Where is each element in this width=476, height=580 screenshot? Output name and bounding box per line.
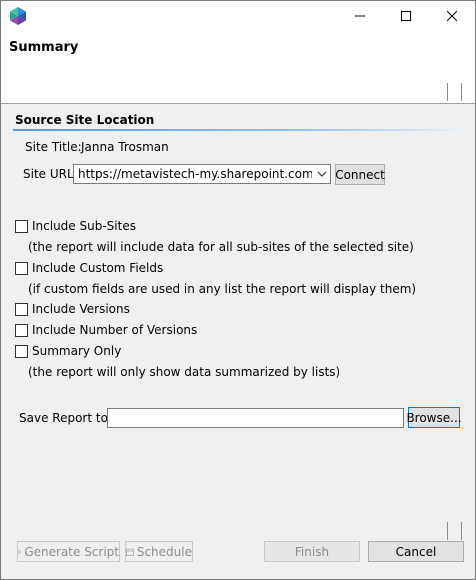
site-url-label: Site URL:: [23, 167, 78, 181]
include-versions-label: Include Versions: [32, 302, 130, 316]
schedule-button[interactable]: Schedule: [125, 541, 193, 562]
wizard-window: Summary Source Site Location Site Title:…: [0, 0, 476, 580]
summary-only-checkbox[interactable]: Summary Only: [15, 343, 121, 359]
include-versions-checkbox[interactable]: Include Versions: [15, 301, 130, 317]
include-number-of-versions-checkbox[interactable]: Include Number of Versions: [15, 322, 197, 338]
close-icon: [447, 11, 457, 21]
save-report-label: Save Report to:: [19, 411, 112, 425]
checkbox-box[interactable]: [15, 302, 28, 316]
finish-button[interactable]: Finish: [264, 541, 360, 562]
chevron-down-icon[interactable]: [317, 169, 327, 179]
checkbox-box[interactable]: [15, 344, 28, 358]
summary-only-label: Summary Only: [32, 344, 122, 358]
maximize-icon: [401, 11, 411, 21]
include-custom-fields-label: Include Custom Fields: [32, 261, 164, 275]
generate-script-button[interactable]: Generate Script: [17, 541, 120, 562]
save-report-path-input[interactable]: [107, 408, 404, 428]
site-title-label: Site Title:: [25, 140, 82, 154]
checkbox-box[interactable]: [15, 219, 28, 233]
browse-button[interactable]: Browse...: [406, 407, 462, 428]
header-sash-divider[interactable]: [461, 83, 462, 101]
checkbox-box[interactable]: [15, 261, 28, 275]
cancel-button[interactable]: Cancel: [368, 541, 464, 562]
include-subsites-label: Include Sub-Sites: [32, 219, 136, 233]
wizard-header: Summary: [1, 31, 475, 104]
title-bar: [1, 1, 475, 31]
header-sash-divider[interactable]: [447, 83, 448, 101]
connect-button[interactable]: Connect: [335, 164, 385, 185]
script-icon: [18, 549, 22, 554]
close-button[interactable]: [429, 1, 475, 31]
footer-sash-divider[interactable]: [461, 522, 462, 540]
maximize-button[interactable]: [383, 1, 429, 31]
section-title: Source Site Location: [15, 113, 155, 127]
app-logo-icon: [10, 7, 26, 25]
include-subsites-note: (the report will include data for all su…: [28, 240, 414, 254]
site-url-value: https://metavistech-my.sharepoint.com/pe…: [78, 167, 312, 181]
include-subsites-checkbox[interactable]: Include Sub-Sites: [15, 218, 136, 234]
site-title-value: Janna Trosman: [81, 140, 169, 154]
include-custom-fields-note: (if custom fields are used in any list t…: [28, 282, 417, 296]
include-custom-fields-checkbox[interactable]: Include Custom Fields: [15, 260, 163, 276]
footer-sash-divider[interactable]: [447, 522, 448, 540]
calendar-icon: [126, 548, 134, 556]
page-title: Summary: [9, 40, 79, 55]
generate-script-label: Generate Script: [24, 544, 119, 559]
site-url-combobox[interactable]: https://metavistech-my.sharepoint.com/pe…: [73, 164, 331, 184]
section-divider: [13, 129, 465, 131]
schedule-label: Schedule: [136, 544, 192, 559]
minimize-button[interactable]: [337, 1, 383, 31]
summary-only-note: (the report will only show data summariz…: [28, 365, 341, 379]
checkbox-box[interactable]: [15, 323, 28, 337]
minimize-icon: [355, 15, 365, 17]
include-number-of-versions-label: Include Number of Versions: [32, 323, 198, 337]
